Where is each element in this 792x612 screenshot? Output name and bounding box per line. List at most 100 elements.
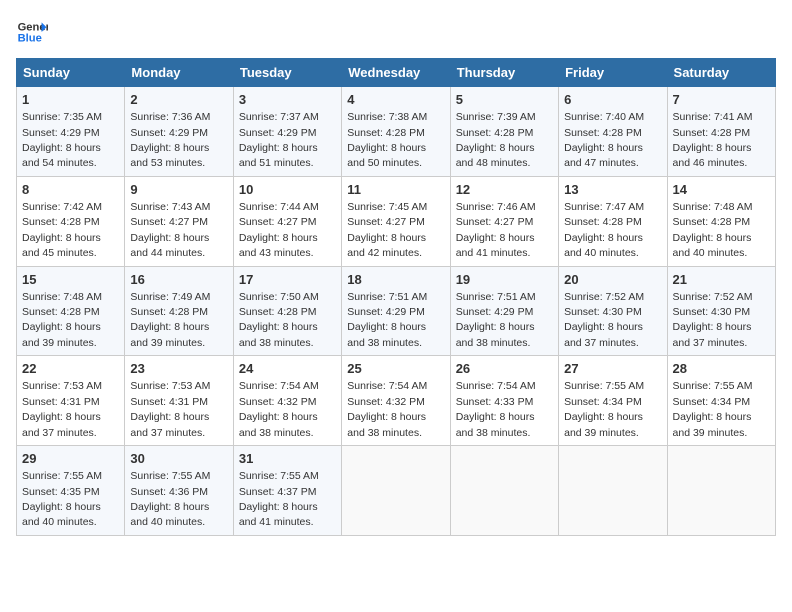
- day-info: Sunrise: 7:54 AMSunset: 4:32 PMDaylight:…: [347, 380, 427, 438]
- empty-cell: [342, 446, 450, 536]
- day-number: 27: [564, 360, 661, 378]
- day-info: Sunrise: 7:55 AMSunset: 4:35 PMDaylight:…: [22, 470, 102, 528]
- day-cell-27: 27 Sunrise: 7:55 AMSunset: 4:34 PMDayligh…: [559, 356, 667, 446]
- day-info: Sunrise: 7:54 AMSunset: 4:32 PMDaylight:…: [239, 380, 319, 438]
- day-number: 17: [239, 271, 336, 289]
- day-number: 10: [239, 181, 336, 199]
- logo-icon: General Blue: [16, 16, 48, 48]
- day-info: Sunrise: 7:50 AMSunset: 4:28 PMDaylight:…: [239, 291, 319, 349]
- day-info: Sunrise: 7:40 AMSunset: 4:28 PMDaylight:…: [564, 111, 644, 169]
- day-info: Sunrise: 7:49 AMSunset: 4:28 PMDaylight:…: [130, 291, 210, 349]
- day-info: Sunrise: 7:43 AMSunset: 4:27 PMDaylight:…: [130, 201, 210, 259]
- day-cell-19: 19 Sunrise: 7:51 AMSunset: 4:29 PMDayligh…: [450, 266, 558, 356]
- week-row-5: 29 Sunrise: 7:55 AMSunset: 4:35 PMDayligh…: [17, 446, 776, 536]
- day-info: Sunrise: 7:53 AMSunset: 4:31 PMDaylight:…: [22, 380, 102, 438]
- logo: General Blue: [16, 16, 48, 48]
- day-info: Sunrise: 7:39 AMSunset: 4:28 PMDaylight:…: [456, 111, 536, 169]
- day-number: 9: [130, 181, 227, 199]
- day-number: 16: [130, 271, 227, 289]
- day-number: 19: [456, 271, 553, 289]
- column-header-tuesday: Tuesday: [233, 59, 341, 87]
- day-cell-26: 26Sunrise: 7:54 AMSunset: 4:33 PMDayligh…: [450, 356, 558, 446]
- column-header-friday: Friday: [559, 59, 667, 87]
- day-cell-1: 1 Sunrise: 7:35 AMSunset: 4:29 PMDaylight…: [17, 87, 125, 177]
- day-cell-12: 12Sunrise: 7:46 AMSunset: 4:27 PMDayligh…: [450, 176, 558, 266]
- svg-text:Blue: Blue: [18, 33, 42, 45]
- day-cell-21: 21 Sunrise: 7:52 AMSunset: 4:30 PMDayligh…: [667, 266, 775, 356]
- day-cell-14: 14 Sunrise: 7:48 AMSunset: 4:28 PMDayligh…: [667, 176, 775, 266]
- day-cell-24: 24 Sunrise: 7:54 AMSunset: 4:32 PMDayligh…: [233, 356, 341, 446]
- day-number: 12: [456, 181, 553, 199]
- day-cell-10: 10Sunrise: 7:44 AMSunset: 4:27 PMDayligh…: [233, 176, 341, 266]
- empty-cell: [450, 446, 558, 536]
- day-number: 5: [456, 91, 553, 109]
- day-number: 31: [239, 450, 336, 468]
- day-info: Sunrise: 7:51 AMSunset: 4:29 PMDaylight:…: [347, 291, 427, 349]
- day-info: Sunrise: 7:55 AMSunset: 4:36 PMDaylight:…: [130, 470, 210, 528]
- day-number: 13: [564, 181, 661, 199]
- day-info: Sunrise: 7:55 AMSunset: 4:34 PMDaylight:…: [673, 380, 753, 438]
- page-header: General Blue: [16, 16, 776, 48]
- day-info: Sunrise: 7:52 AMSunset: 4:30 PMDaylight:…: [564, 291, 644, 349]
- day-number: 11: [347, 181, 444, 199]
- day-number: 14: [673, 181, 770, 199]
- day-number: 21: [673, 271, 770, 289]
- day-cell-31: 31 Sunrise: 7:55 AMSunset: 4:37 PMDayligh…: [233, 446, 341, 536]
- day-info: Sunrise: 7:38 AMSunset: 4:28 PMDaylight:…: [347, 111, 427, 169]
- day-info: Sunrise: 7:36 AMSunset: 4:29 PMDaylight:…: [130, 111, 210, 169]
- empty-cell: [559, 446, 667, 536]
- day-number: 20: [564, 271, 661, 289]
- day-number: 6: [564, 91, 661, 109]
- day-info: Sunrise: 7:51 AMSunset: 4:29 PMDaylight:…: [456, 291, 536, 349]
- day-number: 7: [673, 91, 770, 109]
- day-cell-18: 18 Sunrise: 7:51 AMSunset: 4:29 PMDayligh…: [342, 266, 450, 356]
- day-cell-16: 16 Sunrise: 7:49 AMSunset: 4:28 PMDayligh…: [125, 266, 233, 356]
- day-cell-20: 20 Sunrise: 7:52 AMSunset: 4:30 PMDayligh…: [559, 266, 667, 356]
- day-cell-8: 8 Sunrise: 7:42 AMSunset: 4:28 PMDaylight…: [17, 176, 125, 266]
- day-number: 26: [456, 360, 553, 378]
- day-cell-6: 6 Sunrise: 7:40 AMSunset: 4:28 PMDaylight…: [559, 87, 667, 177]
- day-number: 28: [673, 360, 770, 378]
- day-number: 2: [130, 91, 227, 109]
- calendar-body: 1 Sunrise: 7:35 AMSunset: 4:29 PMDaylight…: [17, 87, 776, 536]
- week-row-3: 15 Sunrise: 7:48 AMSunset: 4:28 PMDayligh…: [17, 266, 776, 356]
- week-row-1: 1 Sunrise: 7:35 AMSunset: 4:29 PMDaylight…: [17, 87, 776, 177]
- day-number: 18: [347, 271, 444, 289]
- day-cell-25: 25Sunrise: 7:54 AMSunset: 4:32 PMDayligh…: [342, 356, 450, 446]
- day-cell-3: 3 Sunrise: 7:37 AMSunset: 4:29 PMDaylight…: [233, 87, 341, 177]
- day-number: 24: [239, 360, 336, 378]
- day-cell-5: 5 Sunrise: 7:39 AMSunset: 4:28 PMDaylight…: [450, 87, 558, 177]
- day-info: Sunrise: 7:53 AMSunset: 4:31 PMDaylight:…: [130, 380, 210, 438]
- day-info: Sunrise: 7:52 AMSunset: 4:30 PMDaylight:…: [673, 291, 753, 349]
- day-cell-23: 23Sunrise: 7:53 AMSunset: 4:31 PMDayligh…: [125, 356, 233, 446]
- day-info: Sunrise: 7:42 AMSunset: 4:28 PMDaylight:…: [22, 201, 102, 259]
- day-number: 1: [22, 91, 119, 109]
- day-info: Sunrise: 7:35 AMSunset: 4:29 PMDaylight:…: [22, 111, 102, 169]
- day-number: 4: [347, 91, 444, 109]
- day-number: 15: [22, 271, 119, 289]
- day-cell-4: 4 Sunrise: 7:38 AMSunset: 4:28 PMDaylight…: [342, 87, 450, 177]
- day-info: Sunrise: 7:37 AMSunset: 4:29 PMDaylight:…: [239, 111, 319, 169]
- column-header-monday: Monday: [125, 59, 233, 87]
- day-info: Sunrise: 7:48 AMSunset: 4:28 PMDaylight:…: [673, 201, 753, 259]
- day-cell-29: 29 Sunrise: 7:55 AMSunset: 4:35 PMDayligh…: [17, 446, 125, 536]
- column-header-saturday: Saturday: [667, 59, 775, 87]
- day-info: Sunrise: 7:55 AMSunset: 4:37 PMDaylight:…: [239, 470, 319, 528]
- day-cell-13: 13Sunrise: 7:47 AMSunset: 4:28 PMDayligh…: [559, 176, 667, 266]
- day-info: Sunrise: 7:48 AMSunset: 4:28 PMDaylight:…: [22, 291, 102, 349]
- day-info: Sunrise: 7:41 AMSunset: 4:28 PMDaylight:…: [673, 111, 753, 169]
- day-number: 3: [239, 91, 336, 109]
- week-row-2: 8 Sunrise: 7:42 AMSunset: 4:28 PMDaylight…: [17, 176, 776, 266]
- column-header-sunday: Sunday: [17, 59, 125, 87]
- day-number: 22: [22, 360, 119, 378]
- day-info: Sunrise: 7:45 AMSunset: 4:27 PMDaylight:…: [347, 201, 427, 259]
- day-cell-17: 17 Sunrise: 7:50 AMSunset: 4:28 PMDayligh…: [233, 266, 341, 356]
- day-cell-15: 15 Sunrise: 7:48 AMSunset: 4:28 PMDayligh…: [17, 266, 125, 356]
- day-number: 30: [130, 450, 227, 468]
- column-header-thursday: Thursday: [450, 59, 558, 87]
- day-info: Sunrise: 7:55 AMSunset: 4:34 PMDaylight:…: [564, 380, 644, 438]
- calendar-header-row: SundayMondayTuesdayWednesdayThursdayFrid…: [17, 59, 776, 87]
- day-number: 29: [22, 450, 119, 468]
- day-number: 8: [22, 181, 119, 199]
- week-row-4: 22 Sunrise: 7:53 AMSunset: 4:31 PMDayligh…: [17, 356, 776, 446]
